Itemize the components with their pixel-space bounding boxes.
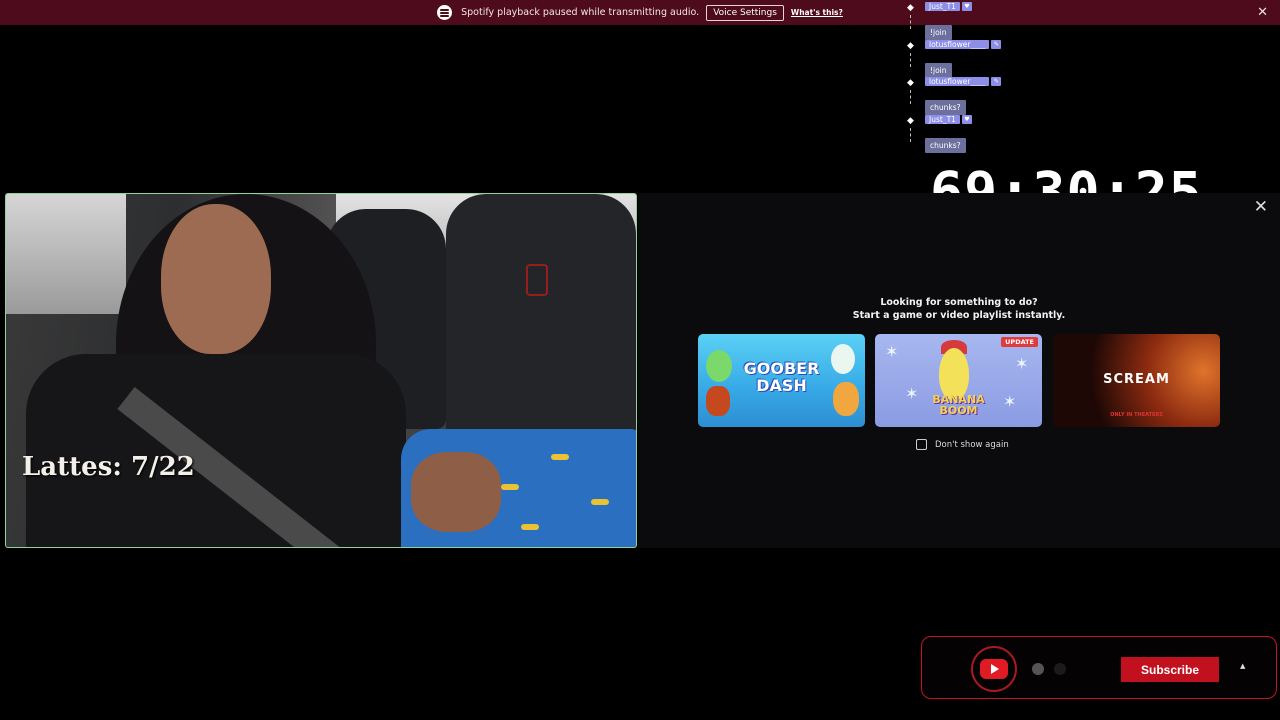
star-icon: ✶ [1015,354,1029,373]
subscribe-widget: Subscribe ▲ [921,636,1277,699]
pencil-icon: ✎ [991,39,1002,49]
divider [909,15,911,29]
chat-text: chunks? [925,100,966,115]
youtube-icon [971,646,1017,692]
activities-panel: ✕ Looking for something to do? Start a g… [638,193,1280,548]
activity-card-scream[interactable]: SCREAM ONLY IN THEATERS [1053,334,1220,427]
subscribe-button[interactable]: Subscribe [1121,657,1219,682]
card-subtitle: ONLY IN THEATERS [1110,412,1163,418]
dot-indicator [1032,663,1044,675]
chat-feed: ◆ Just_T1 ♥ !join ◆ lotusflower____ ✎ !joi… [904,2,1044,153]
sparkle-icon: ◆ [907,78,914,88]
chat-username: lotusflower____ [925,77,990,86]
checkbox-box[interactable] [916,439,927,450]
notice-bar: Spotify playback paused while transmitti… [0,0,1280,25]
dot-indicator [1054,663,1066,675]
dont-show-again-checkbox[interactable]: Don't show again [916,439,1009,450]
divider [909,90,911,104]
chat-message: ◆ lotusflower____ ✎ !join [904,39,1044,78]
divider [909,127,911,142]
chat-message: ◆ lotusflower____ ✎ chunks? [904,77,1044,115]
chat-username: Just_T1 [925,114,960,124]
card-title-line: GOOBER [743,359,820,378]
webcam-video: Lattes: 7/22 [5,193,637,548]
chat-text: !join [925,25,952,40]
chat-text: !join [925,62,952,78]
chat-message: ◆ Just_T1 ♥ !join [904,2,1044,40]
person-hand [411,452,501,532]
activity-card-goober-dash[interactable]: GOOBER DASH [698,334,865,427]
divider [909,52,911,67]
voice-settings-button[interactable]: Voice Settings [706,4,784,21]
heart-icon: ♥ [961,2,972,11]
car-window [6,194,126,314]
headline-line-1: Looking for something to do? [880,297,1038,308]
chat-username: lotusflower____ [925,39,990,49]
chat-message: ◆ Just_T1 ♥ chunks? [904,114,1044,153]
sparkle-icon: ◆ [907,40,914,51]
chat-username: Just_T1 [925,2,960,11]
dont-show-label: Don't show again [935,439,1009,450]
headline-line-2: Start a game or video playlist instantly… [852,310,1066,321]
sparkle-icon: ◆ [907,3,914,13]
star-icon: ✶ [885,342,899,361]
spotify-icon [437,5,453,20]
activities-headline: Looking for something to do? Start a gam… [638,296,1280,322]
seat-logo [526,264,548,296]
pencil-icon: ✎ [991,77,1002,86]
stream-screen: Spotify playback paused while transmitti… [0,0,1280,720]
card-title: SCREAM [1103,372,1170,387]
close-icon[interactable]: ✕ [1257,5,1268,20]
card-title-line: BOOM [939,404,978,417]
card-title-line: DASH [756,376,807,395]
update-badge: UPDATE [1001,337,1038,347]
car-seat [446,194,636,454]
whats-this-link[interactable]: What's this? [791,8,843,17]
sparkle-icon: ◆ [907,115,914,126]
close-icon[interactable]: ✕ [1254,197,1268,217]
caret-up-icon: ▲ [1240,662,1246,670]
notice-message: Spotify playback paused while transmitti… [461,7,700,18]
activity-card-banana-boom[interactable]: ✶ ✶ ✶ ✶ UPDATE BANANA BOOM [875,334,1042,427]
heart-icon: ♥ [961,114,972,124]
person-face [161,204,271,354]
lattes-counter: Lattes: 7/22 [22,452,195,482]
card-title: BANANA BOOM [875,394,1042,416]
card-title: GOOBER DASH [698,360,865,394]
chat-text: chunks? [925,137,966,153]
